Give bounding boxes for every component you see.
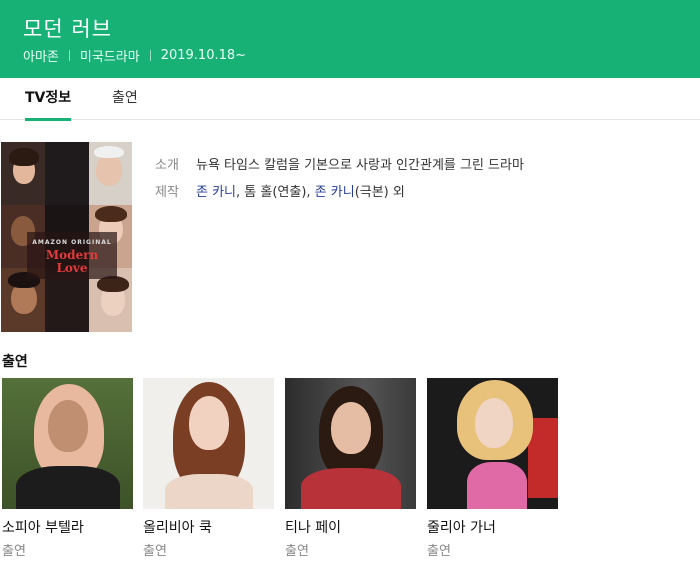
cast-photo[interactable]: [285, 378, 416, 509]
tab-bar: TV정보 출연: [0, 78, 700, 121]
program-header: 모던 러브 아마존 미국드라마 2019.10.18~: [0, 0, 700, 78]
cast-role: 출연: [285, 544, 309, 559]
tab-cast[interactable]: 출연: [112, 78, 138, 120]
cast-photo[interactable]: [143, 378, 274, 509]
poster-logo: AMAZON ORIGINAL Modern Love: [27, 232, 117, 279]
program-info: 소개 뉴욕 타임스 칼럼을 기본으로 사랑과 인간관계를 그린 드라마 제작 존…: [155, 150, 524, 204]
cast-role: 출연: [427, 544, 451, 559]
production-tail: (극본) 외: [354, 185, 405, 200]
cast-photo[interactable]: [2, 378, 133, 509]
cast-card[interactable]: 올리비아 쿡 출연: [143, 378, 274, 559]
meta-divider: [149, 50, 151, 61]
intro-label: 소개: [155, 158, 179, 173]
poster-image[interactable]: AMAZON ORIGINAL Modern Love: [1, 142, 132, 332]
tab-tv-info[interactable]: TV정보: [25, 78, 72, 121]
info-row-production: 제작 존 카니, 톰 홀(연출), 존 카니(극본) 외: [155, 177, 524, 204]
cast-role: 출연: [2, 544, 26, 559]
cast-name[interactable]: 소피아 부텔라: [2, 517, 84, 537]
program-title[interactable]: 모던 러브: [23, 13, 112, 43]
program-meta: 아마존 미국드라마 2019.10.18~: [23, 46, 246, 65]
meta-air-date: 2019.10.18~: [160, 48, 247, 63]
production-value: 존 카니, 톰 홀(연출), 존 카니(극본) 외: [196, 181, 405, 200]
meta-network[interactable]: 아마존: [23, 46, 59, 65]
writer-link[interactable]: 존 카니: [315, 185, 355, 200]
cast-name[interactable]: 올리비아 쿡: [143, 517, 212, 537]
director-link[interactable]: 존 카니: [196, 185, 236, 200]
info-row-intro: 소개 뉴욕 타임스 칼럼을 기본으로 사랑과 인간관계를 그린 드라마: [155, 150, 524, 177]
production-label: 제작: [155, 185, 179, 200]
cast-photo[interactable]: [427, 378, 558, 509]
cast-card[interactable]: 줄리아 가너 출연: [427, 378, 558, 559]
intro-text: 뉴욕 타임스 칼럼을 기본으로 사랑과 인간관계를 그린 드라마: [196, 158, 524, 173]
meta-divider: [68, 50, 70, 61]
cast-card[interactable]: 소피아 부텔라 출연: [2, 378, 133, 559]
cast-card[interactable]: 티나 페이 출연: [285, 378, 416, 559]
cast-name[interactable]: 줄리아 가너: [427, 517, 496, 537]
meta-genre[interactable]: 미국드라마: [80, 46, 140, 65]
cast-section-title: 출연: [2, 354, 28, 370]
cast-name[interactable]: 티나 페이: [285, 517, 341, 537]
production-sep: , 톰 홀(연출),: [236, 185, 315, 200]
cast-role: 출연: [143, 544, 167, 559]
